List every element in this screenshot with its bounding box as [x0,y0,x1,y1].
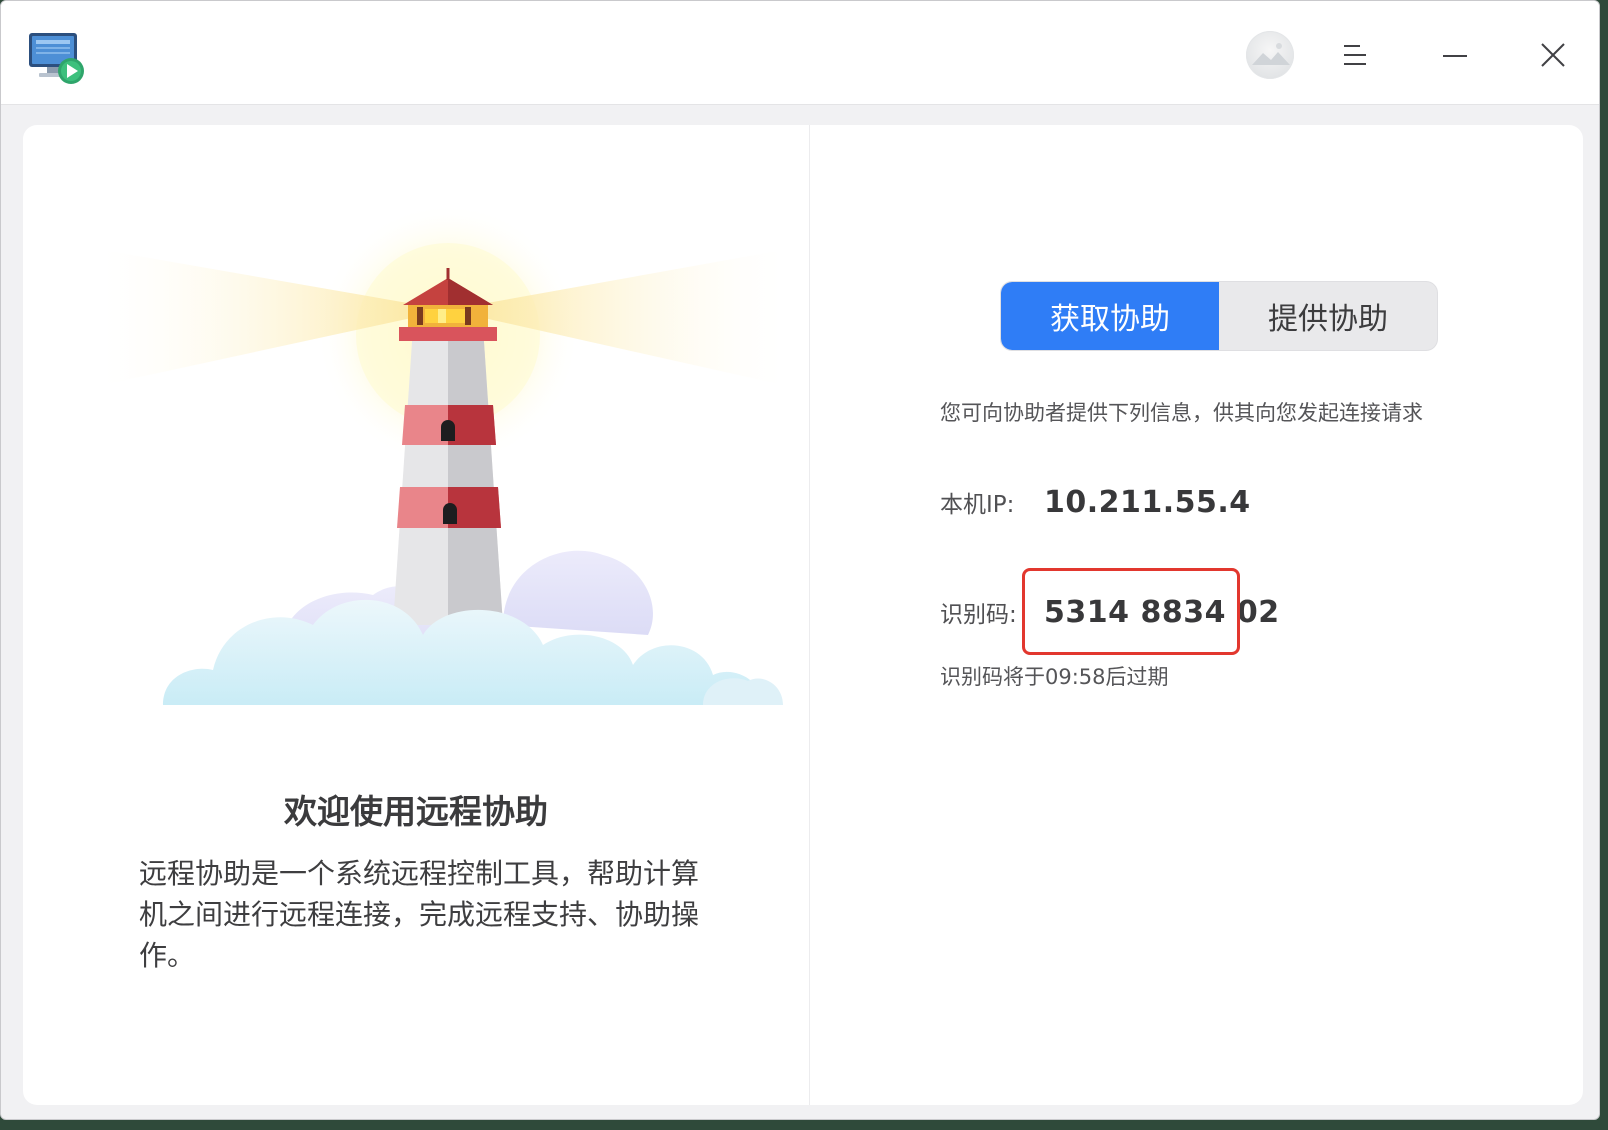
ip-row: 本机IP: 10.211.55.4 [940,485,1251,520]
assist-pane: 获取协助 提供协助 您可向协助者提供下列信息，供其向您发起连接请求 本机IP: … [810,125,1583,1105]
tab-get-assistance[interactable]: 获取协助 [1001,282,1219,350]
mode-switch: 获取协助 提供协助 [1000,281,1438,351]
remote-assistance-app-icon [27,29,87,87]
welcome-description: 远程协助是一个系统远程控制工具，帮助计算机之间进行远程连接，完成远程支持、协助操… [139,857,700,972]
user-avatar[interactable] [1246,31,1294,79]
remote-assistance-window: 欢迎使用远程协助 远程协助是一个系统远程控制工具，帮助计算机之间进行远程连接，完… [0,0,1600,1120]
menu-icon[interactable] [1331,31,1379,79]
welcome-pane: 欢迎使用远程协助 远程协助是一个系统远程控制工具，帮助计算机之间进行远程连接，完… [23,125,809,1105]
main-content: 欢迎使用远程协助 远程协助是一个系统远程控制工具，帮助计算机之间进行远程连接，完… [23,125,1583,1105]
tab-give-assistance[interactable]: 提供协助 [1219,282,1437,350]
ip-label: 本机IP: [940,492,1015,518]
welcome-title: 欢迎使用远程协助 [284,792,548,831]
connection-hint: 您可向协助者提供下列信息，供其向您发起连接请求 [940,401,1423,425]
code-highlight-box [1022,568,1240,655]
ip-value: 10.211.55.4 [1044,485,1251,520]
titlebar [1,1,1599,105]
minimize-icon[interactable] [1431,31,1479,79]
code-expiry-text: 识别码将于09:58后过期 [940,665,1169,689]
close-icon[interactable] [1529,31,1577,79]
lighthouse-illustration [103,195,783,735]
